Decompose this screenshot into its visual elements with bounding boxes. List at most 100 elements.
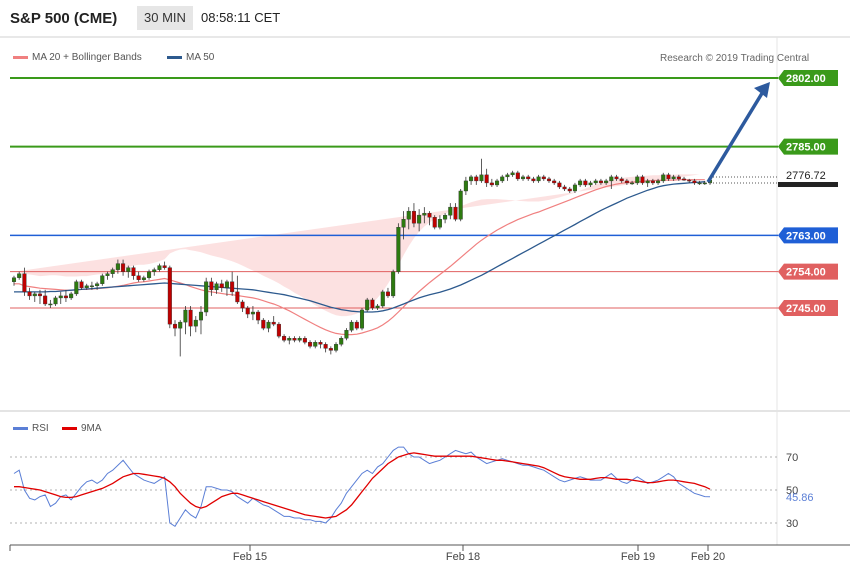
candle — [682, 178, 687, 181]
candle — [354, 321, 359, 329]
candle — [370, 299, 375, 309]
level-label-4: 2745.00 — [786, 303, 826, 315]
candle — [58, 295, 63, 299]
candle — [240, 301, 245, 309]
x-tick-label: Feb 20 — [691, 551, 725, 563]
candle — [204, 281, 209, 313]
candle — [323, 344, 328, 349]
candle — [385, 291, 390, 297]
price-chart[interactable]: 2802.00 2785.00 2763.00 2754.00 2745.00 2776.… — [0, 0, 850, 576]
candle — [510, 172, 515, 176]
candle — [328, 348, 333, 351]
candle — [131, 267, 136, 276]
candle — [63, 295, 68, 299]
candle — [479, 174, 484, 182]
level-label-2: 2763.00 — [786, 230, 826, 242]
candle — [495, 180, 500, 186]
candle — [188, 309, 193, 327]
rsi-last-value: 45.86 — [786, 492, 814, 504]
candle — [178, 321, 183, 329]
candle — [650, 180, 655, 184]
candle — [448, 206, 453, 216]
candle — [32, 293, 37, 297]
candle — [656, 180, 661, 184]
candle — [245, 307, 250, 315]
candle — [74, 281, 79, 295]
candle — [588, 182, 593, 186]
candle — [152, 269, 157, 272]
candle — [276, 323, 281, 337]
candle — [147, 271, 152, 278]
candle — [391, 271, 396, 297]
candle — [11, 277, 17, 282]
candle — [572, 184, 577, 192]
candle — [349, 321, 354, 331]
candle — [271, 321, 276, 325]
x-tick-label: Feb 19 — [621, 551, 655, 563]
level-label-3: 2754.00 — [786, 267, 826, 279]
candle — [536, 176, 541, 182]
rsi-tick-label: 70 — [786, 452, 798, 464]
candle — [69, 293, 74, 299]
candle — [546, 178, 552, 182]
candle — [567, 188, 572, 192]
candle — [515, 172, 520, 180]
candle — [318, 342, 323, 345]
candle — [37, 293, 42, 297]
candle — [541, 176, 546, 180]
candle — [292, 338, 297, 341]
candle — [22, 273, 27, 293]
candle — [235, 291, 240, 303]
last-price-label: 2776.72 — [786, 170, 826, 182]
candle — [411, 210, 416, 224]
candle — [463, 180, 468, 192]
candle — [121, 263, 126, 272]
candle — [224, 281, 229, 289]
candle — [297, 338, 302, 341]
candle — [687, 179, 692, 182]
candle — [105, 273, 110, 276]
candle — [334, 344, 339, 351]
candle — [630, 182, 635, 185]
candle — [167, 267, 172, 325]
candle — [624, 180, 629, 184]
candle — [302, 338, 307, 343]
candle — [214, 283, 219, 291]
candle — [469, 176, 474, 182]
candle — [141, 277, 146, 280]
candle — [474, 176, 479, 182]
candle — [95, 283, 100, 287]
bollinger-band — [14, 174, 700, 317]
candle — [578, 180, 583, 186]
candle — [162, 265, 167, 268]
candle — [640, 176, 645, 184]
candle — [27, 291, 32, 297]
candle — [552, 180, 557, 184]
candle — [702, 182, 707, 185]
candle — [136, 275, 141, 280]
candle — [453, 206, 458, 220]
candle — [406, 210, 411, 220]
candle — [344, 329, 349, 339]
last-price-bar — [778, 182, 838, 188]
candle — [443, 214, 448, 220]
candle — [308, 342, 313, 347]
candle — [593, 180, 598, 184]
candle — [250, 311, 255, 315]
candle — [79, 281, 84, 289]
candle — [198, 311, 204, 321]
level-label-0: 2802.00 — [786, 73, 826, 85]
candle — [48, 303, 53, 306]
candle — [676, 176, 681, 180]
candle — [126, 267, 131, 272]
x-tick-label: Feb 15 — [233, 551, 267, 563]
candle — [489, 182, 494, 186]
candle — [157, 265, 162, 270]
candle — [604, 180, 609, 184]
candle — [193, 319, 198, 327]
candle — [230, 281, 235, 293]
candle — [432, 217, 437, 228]
candle — [43, 295, 48, 305]
candle — [110, 269, 115, 274]
candle — [89, 285, 94, 288]
